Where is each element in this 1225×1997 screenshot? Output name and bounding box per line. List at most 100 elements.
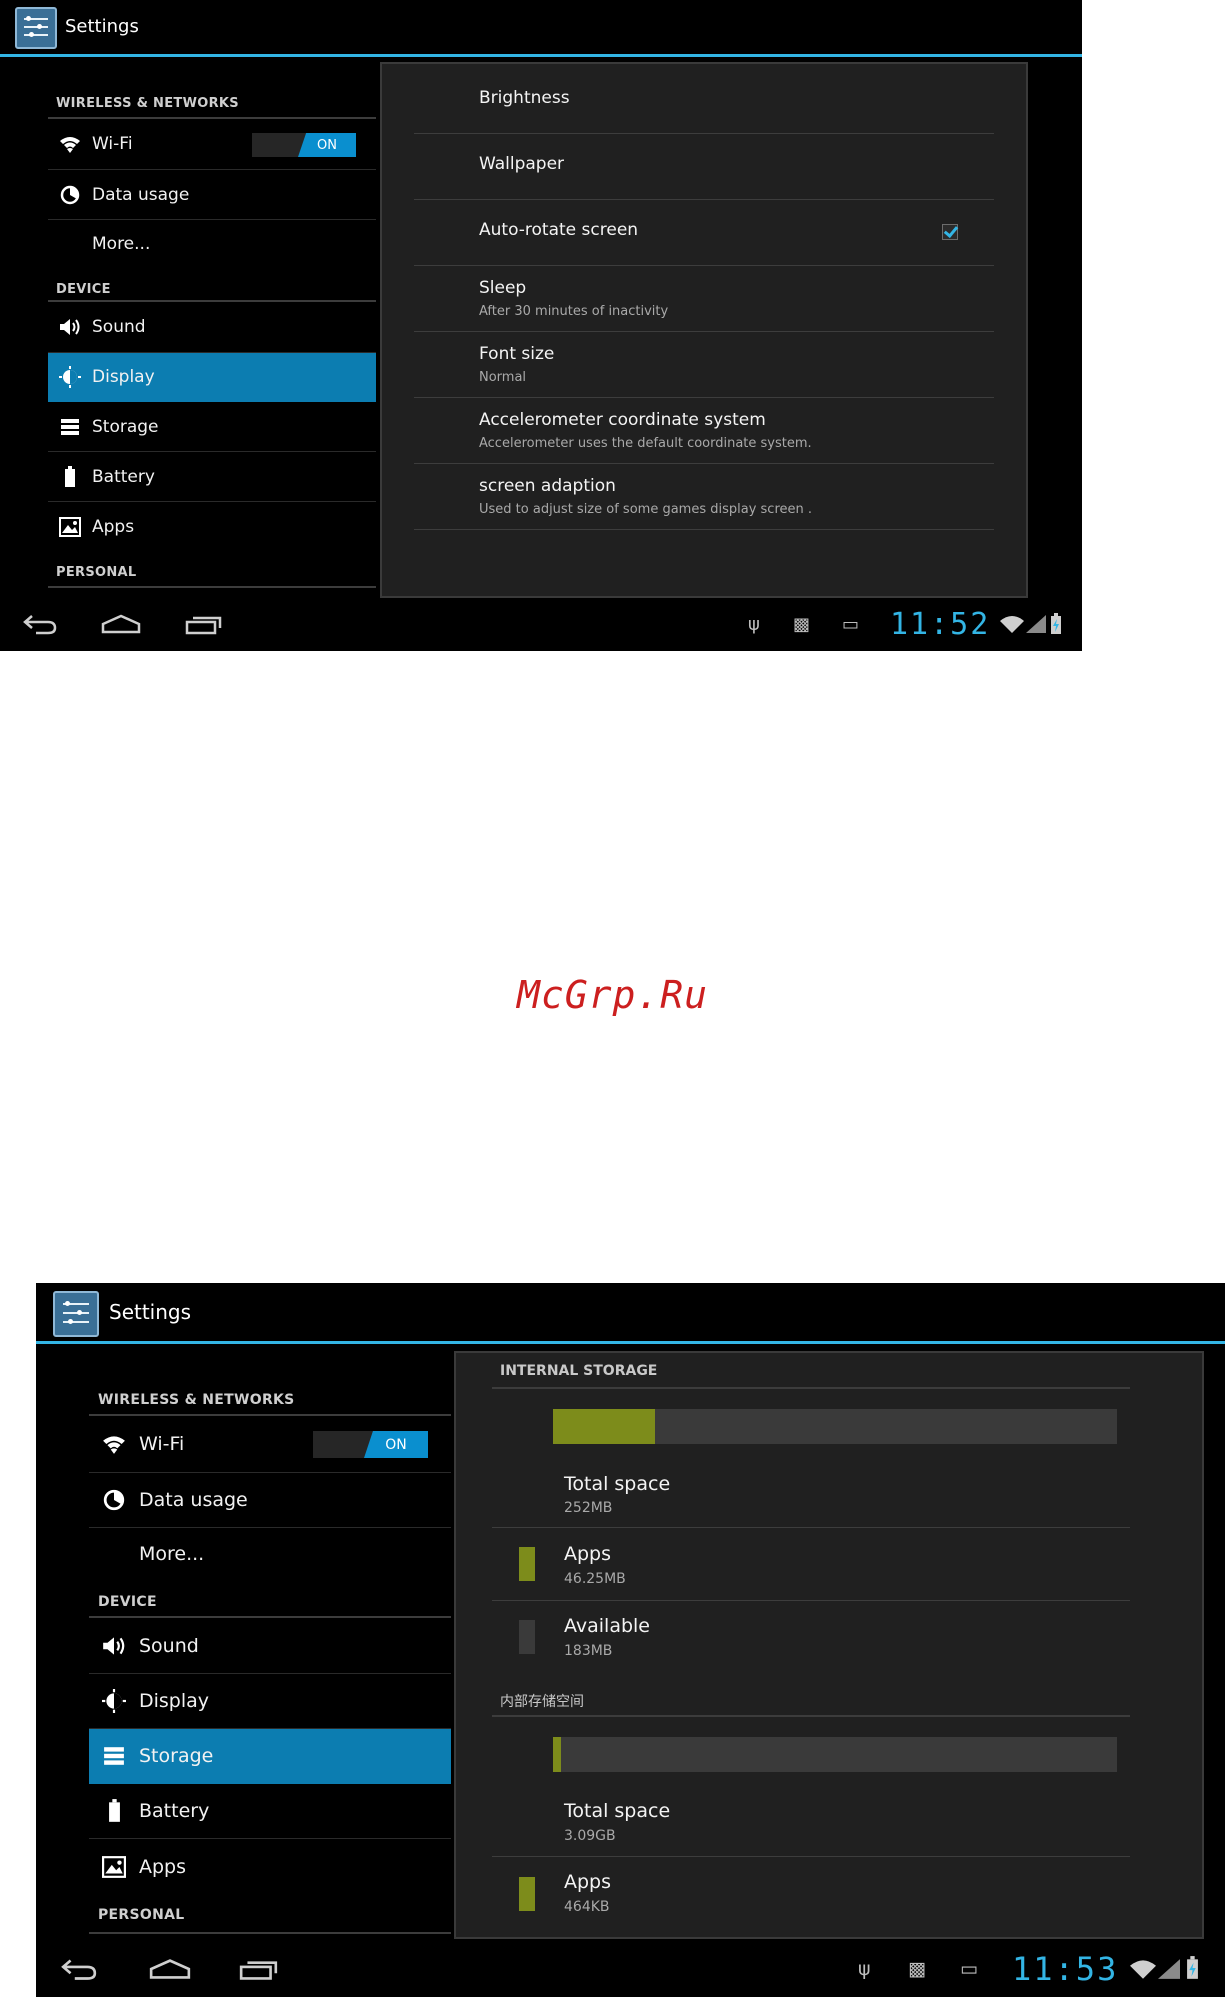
available-row: Available 183MB (492, 1601, 1130, 1673)
section-header-wireless: WIRELESS & NETWORKS (89, 1344, 451, 1416)
setting-title: Accelerometer coordinate system (479, 410, 766, 430)
nav-item-more[interactable]: More... (48, 220, 376, 268)
status-clock: 11:53 (1012, 1950, 1119, 1988)
watermark-text: McGrp.Ru (516, 973, 709, 1017)
system-bar: ψ ▩ ▭ 11:52 (0, 599, 1082, 651)
nav-item-label: Apps (139, 1855, 187, 1878)
battery-icon (48, 465, 92, 488)
nav-item-apps[interactable]: Apps (89, 1839, 451, 1894)
nav-item-data-usage[interactable]: Data usage (89, 1473, 451, 1528)
display-setting-row[interactable]: Font size Normal (414, 332, 994, 398)
wifi-toggle-label: ON (364, 1431, 428, 1458)
total-space-value: 252MB (564, 1500, 613, 1516)
brightness-icon (48, 366, 92, 388)
wifi-toggle-label: ON (298, 133, 356, 157)
action-bar-title: Settings (65, 16, 139, 37)
available-label: Available (564, 1615, 651, 1637)
home-icon[interactable] (100, 613, 142, 635)
brightness-icon (89, 1689, 139, 1713)
wifi-icon (48, 135, 92, 153)
settings-app-icon[interactable] (15, 7, 57, 49)
storage-icon (89, 1746, 139, 1766)
display-settings-pane: Brightness Wallpaper Auto-rotate screen Sle… (380, 62, 1028, 598)
wifi-toggle[interactable]: ON (313, 1431, 428, 1458)
cell-signal-icon (1026, 615, 1046, 633)
nav-item-label: Storage (92, 416, 159, 437)
wifi-toggle[interactable]: ON (252, 133, 356, 157)
nav-item-wifi[interactable]: Wi-Fi ON (48, 119, 376, 170)
screenshot-storage-settings: Settings WIRELESS & NETWORKS Wi-Fi ON Da… (36, 1283, 1225, 1997)
total-space-value: 3.09GB (564, 1828, 616, 1844)
sd-apps-usage-row[interactable]: Apps 464KB (492, 1857, 1130, 1929)
status-clock: 11:52 (890, 607, 991, 642)
display-setting-row[interactable]: screen adaption Used to adjust size of so… (414, 464, 994, 530)
total-space-label: Total space (564, 1800, 671, 1822)
nav-item-label: More... (139, 1543, 205, 1565)
back-icon[interactable] (60, 1957, 98, 1981)
battery-status-icon (1051, 613, 1061, 634)
apps-value: 46.25MB (564, 1571, 626, 1587)
display-setting-row[interactable]: Wallpaper (414, 134, 994, 200)
storage-icon (48, 418, 92, 436)
setting-summary: Accelerometer uses the default coordinat… (479, 436, 812, 451)
usage-bar-fill (553, 1737, 562, 1772)
nav-item-storage[interactable]: Storage (48, 402, 376, 452)
nav-item-label: Data usage (92, 184, 190, 205)
display-setting-row[interactable]: Sleep After 30 minutes of inactivity (414, 266, 994, 332)
nav-item-label: Battery (139, 1800, 210, 1822)
action-bar-title: Settings (109, 1300, 192, 1324)
usage-bar-fill (553, 1409, 655, 1444)
setting-summary: Normal (479, 370, 527, 385)
speaker-icon (48, 317, 92, 337)
wifi-icon (89, 1434, 139, 1454)
nav-item-battery[interactable]: Battery (89, 1784, 451, 1839)
android-debug-icon: ▩ (793, 614, 811, 635)
home-icon[interactable] (148, 1957, 192, 1981)
internal-sd-usage-bar (553, 1737, 1117, 1772)
internal-sd-header: 内部存储空间 (492, 1681, 1130, 1717)
system-bar: ψ ▩ ▭ 11:53 (36, 1941, 1225, 1997)
nav-item-display[interactable]: Display (48, 353, 376, 402)
sd-total-space-row: Total space 3.09GB (492, 1784, 1130, 1857)
sd-card-icon: ▭ (842, 614, 860, 635)
nav-item-sound[interactable]: Sound (89, 1618, 451, 1674)
nav-item-more[interactable]: More... (89, 1528, 451, 1580)
wifi-signal-icon (1000, 616, 1024, 633)
section-header-personal: PERSONAL (89, 1894, 451, 1934)
auto-rotate-checkbox[interactable] (942, 224, 958, 240)
recent-apps-icon[interactable] (184, 613, 224, 635)
nav-item-sound[interactable]: Sound (48, 302, 376, 353)
nav-item-label: Apps (92, 517, 135, 537)
battery-status-icon (1187, 1956, 1198, 1979)
nav-item-storage[interactable]: Storage (89, 1729, 451, 1784)
recent-apps-icon[interactable] (238, 1957, 280, 1981)
nav-item-apps[interactable]: Apps (48, 502, 376, 552)
nav-item-wifi[interactable]: Wi-Fi ON (89, 1416, 451, 1473)
storage-pane: INTERNAL STORAGE Total space 252MB Apps … (454, 1351, 1204, 1939)
display-setting-row[interactable]: Accelerometer coordinate system Accelerom… (414, 398, 994, 464)
back-icon[interactable] (22, 613, 58, 635)
apps-usage-row[interactable]: Apps 46.25MB (492, 1528, 1130, 1601)
settings-app-icon[interactable] (53, 1291, 99, 1337)
apps-label: Apps (564, 1543, 612, 1565)
nav-item-display[interactable]: Display (89, 1674, 451, 1729)
data-usage-icon (89, 1489, 139, 1511)
apps-value: 464KB (564, 1899, 610, 1915)
setting-title: Brightness (479, 88, 570, 108)
screenshot-display-settings: Settings WIRELESS & NETWORKS Wi-Fi ON Da… (0, 0, 1082, 651)
settings-nav: WIRELESS & NETWORKS Wi-Fi ON Data usage … (89, 1344, 451, 1934)
setting-title: screen adaption (479, 476, 616, 496)
battery-icon (89, 1799, 139, 1823)
nav-item-battery[interactable]: Battery (48, 452, 376, 502)
internal-storage-header: INTERNAL STORAGE (492, 1353, 1130, 1389)
section-header-wireless: WIRELESS & NETWORKS (48, 57, 376, 119)
setting-title: Sleep (479, 278, 527, 298)
nav-item-label: Sound (139, 1634, 199, 1657)
nav-item-label: Storage (139, 1745, 214, 1767)
cell-signal-icon (1158, 1959, 1180, 1979)
display-setting-row[interactable]: Brightness (414, 68, 994, 134)
apps-color-swatch (519, 1547, 535, 1581)
apps-icon (89, 1855, 139, 1878)
nav-item-data-usage[interactable]: Data usage (48, 170, 376, 220)
display-setting-row[interactable]: Auto-rotate screen (414, 200, 994, 266)
